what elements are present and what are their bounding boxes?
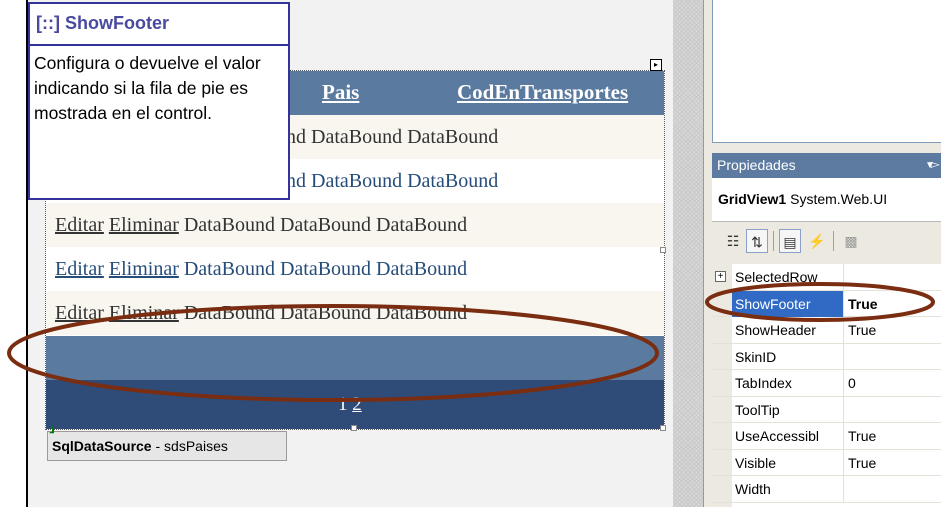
- pager-current-page: 1: [338, 394, 348, 415]
- datasource-type: SqlDataSource: [52, 438, 152, 454]
- property-tooltip: [::] ShowFooter Configura o devuelve el …: [28, 2, 290, 200]
- property-name: SelectedRow: [732, 264, 844, 290]
- property-row[interactable]: ToolTip: [712, 396, 941, 423]
- property-value[interactable]: True: [844, 423, 941, 449]
- object-selector[interactable]: GridView1 System.Web.UI: [712, 178, 941, 222]
- table-row: Editar Eliminar DataBound DataBound Data…: [46, 247, 664, 291]
- property-name: SkinID: [732, 343, 844, 370]
- property-value[interactable]: [844, 397, 941, 423]
- row-cells: DataBound DataBound DataBound: [178, 302, 468, 324]
- resize-handle[interactable]: [660, 425, 666, 431]
- property-value[interactable]: True: [844, 291, 941, 317]
- events-icon[interactable]: ⚡: [806, 229, 828, 253]
- property-name: ShowFooter: [732, 290, 844, 317]
- header-pais[interactable]: Pais: [322, 80, 359, 105]
- property-row-selected[interactable]: ShowFooter True: [712, 290, 941, 317]
- properties-title: Propiedades: [717, 157, 796, 173]
- smart-tag-icon[interactable]: ▸: [650, 59, 662, 71]
- expand-icon[interactable]: +: [715, 271, 726, 282]
- resize-handle[interactable]: [351, 425, 357, 431]
- toolbar-separator: [773, 231, 774, 251]
- row-cells: DataBound DataBound DataBound: [178, 258, 468, 280]
- property-name: TabIndex: [732, 370, 844, 396]
- property-value[interactable]: [844, 264, 941, 290]
- property-value[interactable]: True: [844, 317, 941, 343]
- delete-link[interactable]: Eliminar: [109, 258, 179, 280]
- datasource-name: sdsPaises: [164, 438, 228, 454]
- property-value[interactable]: [844, 476, 941, 502]
- properties-title-bar: Propiedades ▼ ▻: [712, 153, 941, 178]
- edit-link[interactable]: Editar: [55, 214, 104, 236]
- alphabetical-sort-icon[interactable]: ⇅: [746, 229, 768, 253]
- property-row[interactable]: Width: [712, 476, 941, 503]
- toolbar-separator: [833, 231, 834, 251]
- grid-footer-row: [46, 336, 664, 380]
- property-row[interactable]: TabIndex 0: [712, 370, 941, 397]
- designer-margin: [0, 0, 28, 507]
- property-pages-icon[interactable]: ▩: [840, 229, 862, 253]
- tooltip-title: [::] ShowFooter: [30, 4, 288, 46]
- property-row[interactable]: ShowHeader True: [712, 317, 941, 344]
- object-name: GridView1: [718, 191, 787, 207]
- pin-icon[interactable]: ▻: [931, 157, 940, 171]
- table-row: Editar Eliminar DataBound DataBound Data…: [46, 291, 664, 335]
- sqldatasource-component[interactable]: SqlDataSource - sdsPaises: [47, 431, 287, 461]
- delete-link[interactable]: Eliminar: [109, 302, 179, 324]
- property-name: Width: [732, 476, 844, 502]
- panel-splitter[interactable]: [673, 0, 703, 507]
- row-cells: nd DataBound DataBound: [286, 126, 499, 148]
- table-row: Editar Eliminar DataBound DataBound Data…: [46, 203, 664, 247]
- property-name: UseAccessibl: [732, 423, 844, 449]
- row-cells: DataBound DataBound DataBound: [178, 214, 468, 236]
- property-grid: + SelectedRow ShowFooter True ShowHeader…: [712, 264, 941, 507]
- object-type: System.Web.UI: [790, 191, 888, 207]
- row-cells: nd DataBound DataBound: [286, 170, 499, 192]
- grid-pager-row: 1 2: [46, 380, 664, 429]
- property-row[interactable]: UseAccessibl True: [712, 423, 941, 450]
- header-codentransportes[interactable]: CodEnTransportes: [457, 80, 628, 105]
- property-row[interactable]: + SelectedRow: [712, 264, 941, 291]
- component-marker-icon: ┚: [50, 428, 57, 439]
- solution-pane: [712, 0, 941, 143]
- properties-view-icon[interactable]: ▤: [779, 229, 801, 253]
- property-name: Visible: [732, 449, 844, 476]
- property-row[interactable]: SkinID: [712, 343, 941, 370]
- categorized-icon[interactable]: ☷: [722, 229, 744, 253]
- datasource-separator: -: [151, 438, 165, 454]
- properties-toolbar: ☷ ⇅ ▤ ⚡ ▩: [712, 222, 941, 262]
- property-name: ShowHeader: [732, 317, 844, 343]
- pager-page-link[interactable]: 2: [352, 394, 362, 415]
- property-value[interactable]: 0: [844, 370, 941, 396]
- right-panel: Propiedades ▼ ▻ GridView1 System.Web.UI …: [703, 0, 941, 507]
- property-value[interactable]: True: [844, 450, 941, 476]
- property-value[interactable]: [844, 344, 941, 370]
- edit-link[interactable]: Editar: [55, 302, 104, 324]
- edit-link[interactable]: Editar: [55, 258, 104, 280]
- resize-handle[interactable]: [660, 247, 666, 253]
- tooltip-body: Configura o devuelve el valor indicando …: [34, 53, 261, 123]
- property-row[interactable]: Visible True: [712, 449, 941, 476]
- property-name: ToolTip: [732, 396, 844, 423]
- delete-link[interactable]: Eliminar: [109, 214, 179, 236]
